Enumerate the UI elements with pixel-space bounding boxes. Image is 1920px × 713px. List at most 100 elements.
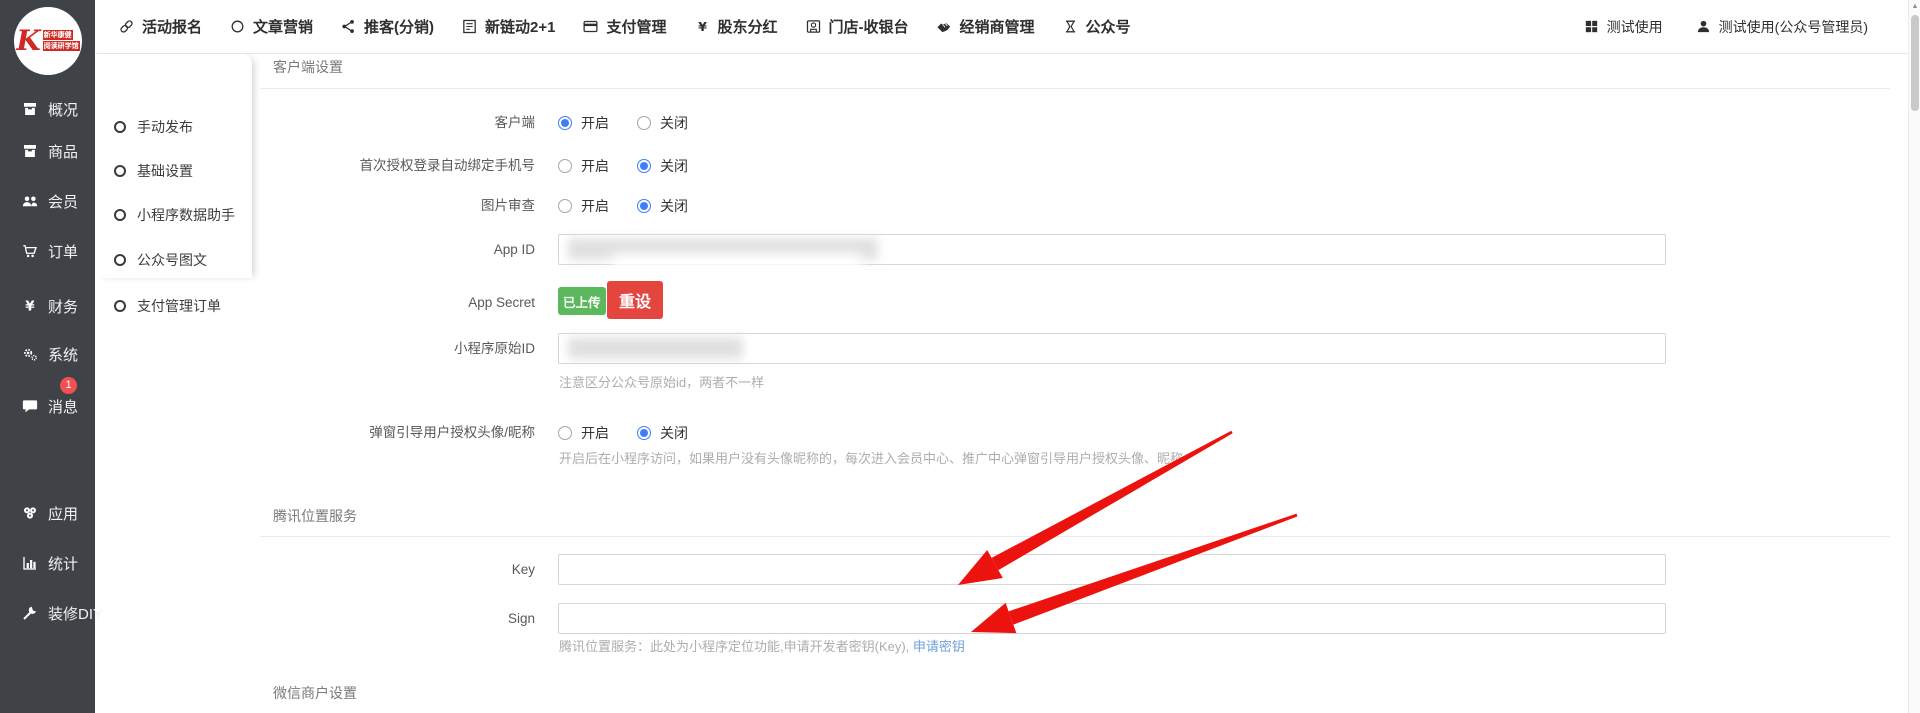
- submenu-item-5[interactable]: 支付管理订单: [95, 294, 252, 318]
- radio-option-label: 关闭: [660, 196, 688, 216]
- share-icon: [340, 18, 357, 35]
- hint-text: 腾讯位置服务：此处为小程序定位功能,申请开发者密钥(Key),: [559, 639, 913, 654]
- nav-right-item-1[interactable]: 测试使用: [1583, 17, 1663, 37]
- nav-item-label: 推客(分销): [364, 16, 434, 37]
- sidebar-item-1[interactable]: 概况: [0, 96, 95, 122]
- circle-o-icon: [114, 300, 126, 312]
- form-row-label: 弹窗引导用户授权头像/昵称: [252, 422, 535, 444]
- nav-item-7[interactable]: 门店-收银台: [805, 16, 909, 37]
- svg-text:¥: ¥: [25, 299, 35, 315]
- svg-text:¥: ¥: [698, 20, 707, 35]
- submenu-item-label: 基础设置: [137, 161, 193, 181]
- form-row: 图片审查 开启 关闭: [252, 195, 1897, 217]
- nav-item-1[interactable]: 活动报名: [118, 16, 202, 37]
- radio-unchecked-icon[interactable]: [558, 159, 572, 173]
- radio-option-关闭[interactable]: 关闭: [637, 113, 688, 133]
- sidebar-item-6[interactable]: 系统: [0, 341, 95, 367]
- nav-item-8[interactable]: 经销商管理: [936, 16, 1035, 37]
- radio-group: 开启 关闭: [558, 195, 716, 217]
- radio-unchecked-icon[interactable]: [637, 116, 651, 130]
- circle-o-icon: [114, 254, 126, 266]
- radio-checked-icon[interactable]: [558, 116, 572, 130]
- sidebar-item-label: 消息: [48, 396, 78, 417]
- nav-item-label: 公众号: [1086, 16, 1131, 37]
- radio-option-label: 开启: [581, 156, 609, 176]
- text-input-key[interactable]: [558, 554, 1666, 585]
- app-root: K 新华康健 阅读研学馆 概况商品会员订单¥财务系统消息应用统计装修DIY 1 …: [0, 0, 1920, 713]
- radio-group: 开启 关闭: [558, 422, 716, 444]
- form-row-label: Key: [252, 554, 535, 585]
- form-row-hint: 开启后在小程序访问，如果用户没有头像昵称的，每次进入会员中心、推广中心弹窗引导用…: [559, 450, 1183, 467]
- form-row-label: 首次授权登录自动绑定手机号: [252, 155, 535, 177]
- nav-item-label: 门店-收银台: [829, 16, 909, 37]
- apply-key-link[interactable]: 申请密钥: [913, 639, 965, 654]
- radio-checked-icon[interactable]: [637, 159, 651, 173]
- sidebar-item-4[interactable]: 订单: [0, 238, 95, 264]
- nav-item-2[interactable]: 文章营销: [229, 16, 313, 37]
- sidebar-item-3[interactable]: 会员: [0, 188, 95, 214]
- scrollbar[interactable]: ▲: [1908, 0, 1920, 713]
- handshake-icon: [936, 18, 953, 35]
- radio-option-开启[interactable]: 开启: [558, 423, 609, 443]
- submenu-item-label: 公众号图文: [137, 250, 207, 270]
- form-row: Sign: [252, 603, 1897, 634]
- topnav: 活动报名 文章营销 推客(分销) 新链动2+1 支付管理 ¥股东分红 门店-收银台 经销商管理…: [95, 0, 1908, 54]
- submenu-item-1[interactable]: 手动发布: [95, 115, 252, 139]
- logo-line1: 新华康健: [43, 30, 73, 40]
- store-icon: [805, 18, 822, 35]
- brand-logo[interactable]: K 新华康健 阅读研学馆: [14, 7, 82, 75]
- nav-item-3[interactable]: 推客(分销): [340, 16, 434, 37]
- submenu-item-4[interactable]: 公众号图文: [95, 248, 252, 272]
- blocks-icon: [21, 504, 39, 522]
- nav-item-9[interactable]: 公众号: [1062, 16, 1131, 37]
- sidebar-item-label: 装修DIY: [48, 603, 103, 624]
- submenu-item-3[interactable]: 小程序数据助手: [95, 203, 252, 227]
- radio-option-关闭[interactable]: 关闭: [637, 156, 688, 176]
- radio-checked-icon[interactable]: [637, 199, 651, 213]
- form-row: 弹窗引导用户授权头像/昵称 开启 关闭: [252, 422, 1897, 444]
- form-row-hint: 注意区分公众号原始id，两者不一样: [559, 374, 764, 391]
- radio-unchecked-icon[interactable]: [558, 426, 572, 440]
- scrollbar-thumb[interactable]: [1911, 15, 1919, 111]
- nav-item-label: 新链动2+1: [485, 16, 555, 37]
- sidebar-item-5[interactable]: ¥ 财务: [0, 293, 95, 319]
- sidebar-item-9[interactable]: 统计: [0, 550, 95, 576]
- scrollbar-up-arrow[interactable]: ▲: [1909, 0, 1920, 13]
- radio-option-开启[interactable]: 开启: [558, 196, 609, 216]
- form-row-label: 图片审查: [252, 195, 535, 217]
- radio-option-关闭[interactable]: 关闭: [637, 196, 688, 216]
- form-row-label: Sign: [252, 603, 535, 634]
- box-icon: [21, 142, 39, 160]
- form-row: 小程序原始ID: [252, 333, 1897, 364]
- sidebar-item-7[interactable]: 消息: [0, 393, 95, 419]
- nav-item-6[interactable]: ¥股东分红: [694, 16, 778, 37]
- text-input-app-id[interactable]: [558, 234, 1666, 265]
- radio-option-开启[interactable]: 开启: [558, 113, 609, 133]
- nav-right-item-2[interactable]: 测试使用(公众号管理员): [1695, 17, 1868, 37]
- radio-unchecked-icon[interactable]: [558, 199, 572, 213]
- nav-item-4[interactable]: 新链动2+1: [461, 16, 555, 37]
- radio-checked-icon[interactable]: [637, 426, 651, 440]
- nav-item-5[interactable]: 支付管理: [582, 16, 666, 37]
- sidebar-item-8[interactable]: 应用: [0, 500, 95, 526]
- link-icon: [118, 18, 135, 35]
- form-icon: [461, 18, 478, 35]
- radio-option-开启[interactable]: 开启: [558, 156, 609, 176]
- form-row: 客户端开启关闭: [252, 112, 1897, 134]
- form-row: Key: [252, 554, 1897, 585]
- wrench-icon: [21, 604, 39, 622]
- submenu-item-2[interactable]: 基础设置: [95, 159, 252, 183]
- message-badge: 1: [60, 377, 77, 394]
- uploaded-button[interactable]: 已上传: [558, 287, 606, 315]
- radio-option-label: 关闭: [660, 113, 688, 133]
- sidebar-item-10[interactable]: 装修DIY: [0, 600, 95, 626]
- logo-text: 新华康健 阅读研学馆: [43, 30, 80, 52]
- nav-item-label: 支付管理: [606, 16, 666, 37]
- text-input-小程序原始id[interactable]: [558, 333, 1666, 364]
- reset-button[interactable]: 重设: [607, 281, 663, 319]
- submenu-item-label: 手动发布: [137, 117, 193, 137]
- sidebar-item-2[interactable]: 商品: [0, 138, 95, 164]
- sidebar-item-label: 财务: [48, 296, 78, 317]
- text-input-sign[interactable]: [558, 603, 1666, 634]
- radio-option-关闭[interactable]: 关闭: [637, 423, 688, 443]
